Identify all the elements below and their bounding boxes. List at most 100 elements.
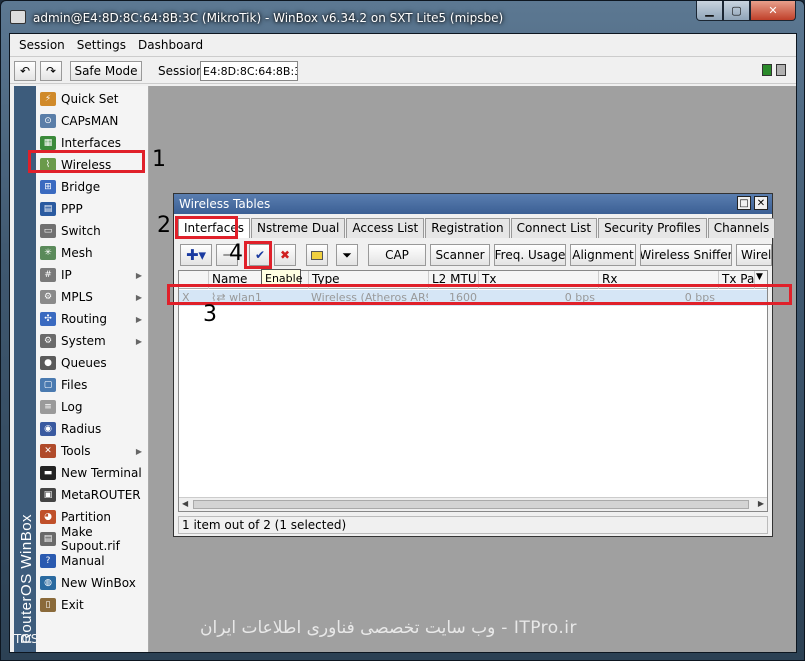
redo-button[interactable]: ↷ [40,61,62,81]
check-icon: ✔ [254,248,266,262]
minimize-button[interactable]: ▁ [696,1,723,21]
menu-settings[interactable]: Settings [71,38,132,52]
sidebar-item-tools[interactable]: ✕ Tools ▶ [36,440,148,462]
tab-security-profiles[interactable]: Security Profiles [598,218,707,238]
sidebar-item-log[interactable]: ≡ Log [36,396,148,418]
wt-maximize-button[interactable]: □ [737,196,751,210]
row-rx: 0 bps [684,291,715,304]
sidebar-item-make-supout-rif[interactable]: ▤ Make Supout.rif [36,525,148,553]
sidebar-item-label: CAPsMAN [61,114,119,128]
tab-registration[interactable]: Registration [425,218,510,238]
sidebar-item-exit[interactable]: ▯ Exit [36,594,148,616]
alignment-button[interactable]: Alignment [570,244,636,266]
sidebar-item-label: Files [61,378,88,392]
safe-mode-button[interactable]: Safe Mode [70,61,142,81]
col-l2mtu[interactable]: L2 MTU [429,271,479,289]
annotation-3: 3 [203,302,217,327]
wireless-toolbar: ✚▾ ━ ✔ ✖ ⏷ CAP Scanner Freq. Usage Align… [178,242,772,268]
column-menu-button[interactable]: ▼ [755,271,767,289]
col-tx-packets[interactable]: Tx Pac [719,271,755,289]
brand-text: RouterOS WinBox [18,513,35,644]
winbox-app-icon [10,10,26,24]
sidebar-item-mesh[interactable]: ✳ Mesh [36,242,148,264]
submenu-arrow-icon: ▶ [135,270,142,280]
sidebar-item-label: Tools [61,444,91,458]
tab-access-list[interactable]: Access List [346,218,425,238]
sidebar-item-label: Manual [61,554,105,568]
sidebar-item-manual[interactable]: ? Manual [36,550,148,572]
sidebar-item-routing[interactable]: ✣ Routing ▶ [36,308,148,330]
window-title: admin@E4:8D:8C:64:8B:3C (MikroTik) - Win… [33,11,504,25]
wireless-tables-title[interactable]: Wireless Tables [174,194,772,214]
sidebar-item-metarouter[interactable]: ▣ MetaROUTER [36,484,148,506]
session-field[interactable]: E4:8D:8C:64:8B:3C [200,61,298,81]
log-icon: ≡ [40,400,56,414]
scanner-button[interactable]: Scanner [430,244,490,266]
sidebar-item-wireless[interactable]: ⌇ Wireless [36,154,148,176]
enable-button[interactable]: ✔ [249,244,271,266]
cap-button[interactable]: CAP [368,244,426,266]
sidebar-item-system[interactable]: ⚙ System ▶ [36,330,148,352]
freq-usage-button[interactable]: Freq. Usage [494,244,566,266]
title-bar[interactable]: admin@E4:8D:8C:64:8B:3C (MikroTik) - Win… [1,1,804,33]
submenu-arrow-icon: ▶ [135,446,142,456]
add-button[interactable]: ✚▾ [180,244,212,266]
sidebar-item-ip[interactable]: # IP ▶ [36,264,148,286]
col-rx[interactable]: Rx [599,271,719,289]
scroll-thumb[interactable] [193,500,749,509]
sidebar-item-mpls[interactable]: ⚙ MPLS ▶ [36,286,148,308]
maximize-button[interactable]: ▢ [723,1,750,21]
sidebar-item-radius[interactable]: ◉ Radius [36,418,148,440]
filter-button[interactable]: ⏷ [336,244,358,266]
tab-channels[interactable]: Channels [707,218,776,238]
filter-icon: ⏷ [342,247,352,262]
scroll-right-icon[interactable]: ▶ [758,499,764,508]
tab-connect-list[interactable]: Connect List [510,218,598,238]
sidebar-item-interfaces[interactable]: ▦ Interfaces [36,132,148,154]
sidebar-item-files[interactable]: ▢ Files [36,374,148,396]
wireless-snooper-button[interactable]: Wireless [736,244,772,266]
horizontal-scrollbar[interactable]: ◀ ▶ [179,497,767,511]
quick-set-icon: ⚡ [40,92,56,106]
sidebar-item-label: Switch [61,224,101,238]
close-icon: ✕ [756,197,766,209]
wireless-sniffer-button[interactable]: Wireless Sniffer [640,244,732,266]
files-icon: ▢ [40,378,56,392]
wireless-icon: ⌇ [40,158,56,172]
scroll-left-icon[interactable]: ◀ [182,499,188,508]
plus-icon: ✚▾ [185,246,207,264]
capsman-icon: ⊙ [40,114,56,128]
sidebar-item-bridge[interactable]: ⊞ Bridge [36,176,148,198]
col-tx[interactable]: Tx [479,271,599,289]
sidebar-item-new-winbox[interactable]: ◍ New WinBox [36,572,148,594]
table-row[interactable]: X ⌇⇄ wlan1 Wireless (Atheros AR9... 1600… [179,290,767,306]
sidebar-item-capsman[interactable]: ⊙ CAPsMAN [36,110,148,132]
submenu-arrow-icon: ▶ [135,314,142,324]
close-button[interactable]: ✕ [750,1,796,21]
disable-button[interactable]: ✖ [274,244,296,266]
main-toolbar: ↶ ↷ Safe Mode Session: E4:8D:8C:64:8B:3C [10,56,796,84]
undo-icon: ↶ [19,64,31,78]
sidebar-item-queues[interactable]: ● Queues [36,352,148,374]
comment-button[interactable] [306,244,328,266]
ip-icon: # [40,268,56,282]
submenu-arrow-icon: ▶ [135,336,142,346]
col-flag[interactable] [179,271,209,289]
col-type[interactable]: Type [309,271,429,289]
wt-close-button[interactable]: ✕ [754,196,768,210]
tab-nstreme-dual[interactable]: Nstreme Dual [250,218,346,238]
tab-interfaces[interactable]: Interfaces [178,218,250,238]
undo-button[interactable]: ↶ [14,61,36,81]
sidebar-item-switch[interactable]: ▭ Switch [36,220,148,242]
menu-dashboard[interactable]: Dashboard [132,38,209,52]
row-name-text: wlan1 [229,291,262,304]
metarouter-icon: ▣ [40,488,56,502]
redo-icon: ↷ [45,64,57,78]
sidebar-item-label: Radius [61,422,102,436]
sidebar-item-ppp[interactable]: ▤ PPP [36,198,148,220]
sidebar-item-quick-set[interactable]: ⚡ Quick Set [36,88,148,110]
sidebar-item-new-terminal[interactable]: ▬ New Terminal [36,462,148,484]
menu-session[interactable]: Session [13,38,71,52]
exit-icon: ▯ [40,598,56,612]
watermark-persian: ITPro.ir - وب سایت تخصصی فناوری اطلاعات … [200,618,577,638]
